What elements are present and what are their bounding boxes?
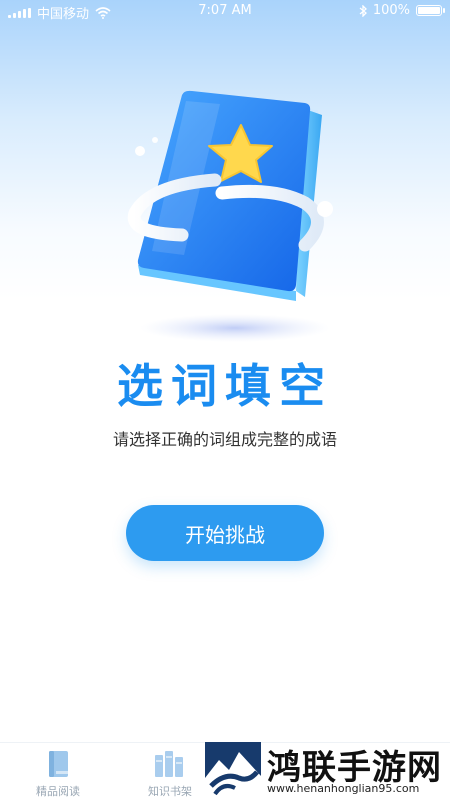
start-challenge-button[interactable]: 开始挑战	[126, 505, 324, 561]
tab-label-featured-reading: 精品阅读	[36, 785, 80, 798]
battery-percent: 100%	[372, 3, 410, 18]
bookshelf-icon	[153, 749, 187, 783]
status-right: 100%	[359, 3, 445, 18]
page-title: 选词填空	[117, 359, 333, 413]
watermark-url: www.henanhonglian95.com	[267, 782, 420, 795]
bluetooth-icon	[359, 4, 367, 17]
site-watermark: 鸿联手游网 www.henanhonglian95.com	[205, 740, 450, 800]
book-icon	[43, 749, 73, 783]
tab-featured-reading[interactable]: 精品阅读	[3, 743, 113, 801]
watermark-logo	[205, 742, 261, 798]
book-star-illustration	[127, 90, 333, 342]
battery-icon	[416, 5, 445, 16]
status-bar: 中国移动 7:07 AM 100%	[0, 0, 450, 22]
page-subtitle: 请选择正确的词组成完整的成语	[112, 430, 337, 449]
